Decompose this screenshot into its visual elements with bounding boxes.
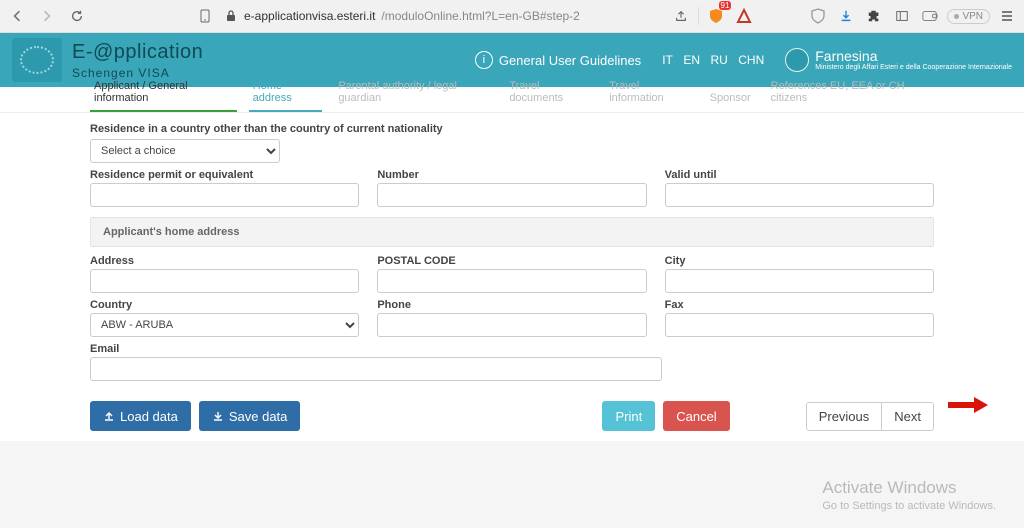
step-tabs: Applicant / General information Home add… [0,87,1024,113]
city-input[interactable] [665,269,934,293]
windows-activation-watermark: Activate Windows Go to Settings to activ… [822,478,996,512]
previous-button[interactable]: Previous [807,403,882,430]
download-small-icon [212,410,224,422]
shield-ext-icon[interactable]: 91 [705,5,727,27]
tab-travel-docs[interactable]: Travel documents [505,74,593,112]
tab-parental[interactable]: Parental authority / legal guardian [334,74,493,112]
number-input[interactable] [377,183,646,207]
postal-label: POSTAL CODE [377,255,646,267]
address-input[interactable] [90,269,359,293]
country-label: Country [90,299,359,311]
guidelines-link[interactable]: i General User Guidelines [475,51,641,69]
email-input[interactable] [90,357,662,381]
save-data-button[interactable]: Save data [199,401,301,431]
residence-other-label: Residence in a country other than the co… [90,123,934,135]
load-data-button[interactable]: Load data [90,401,191,431]
brave-ext-icon[interactable] [733,5,755,27]
farnesina-emblem-icon [785,48,809,72]
privacy-icon[interactable] [807,5,829,27]
address-bar[interactable]: e-applicationvisa.esteri.it/moduloOnline… [224,9,662,23]
reload-icon[interactable] [66,5,88,27]
lock-icon [224,9,238,23]
permit-label: Residence permit or equivalent [90,169,359,181]
annotation-arrow-icon [948,397,988,413]
guidelines-label: General User Guidelines [499,53,641,68]
tab-sponsor[interactable]: Sponsor [706,86,755,112]
vpn-label: VPN [962,11,983,22]
phone-input[interactable] [377,313,646,337]
tab-home-address[interactable]: Home address [249,74,323,112]
lang-ru[interactable]: RU [710,53,727,67]
tablet-icon[interactable] [194,5,216,27]
email-label: Email [90,343,662,355]
valid-until-input[interactable] [665,183,934,207]
hamburger-icon[interactable] [996,5,1018,27]
nav-forward-icon[interactable] [36,5,58,27]
eu-emblem-icon [12,38,62,82]
watermark-title: Activate Windows [822,478,996,498]
download-icon[interactable] [835,5,857,27]
vpn-dot-icon [954,14,959,19]
print-button[interactable]: Print [602,401,655,431]
fax-input[interactable] [665,313,934,337]
brand-title: E-@pplication [72,41,203,64]
country-select[interactable]: ABW - ARUBA [90,313,359,337]
farnesina-logo: Farnesina Ministero degli Affari Esteri … [785,48,1012,72]
next-button[interactable]: Next [881,403,933,430]
main-content: Applicant / General information Home add… [0,87,1024,441]
share-icon[interactable] [670,5,692,27]
sidebar-icon[interactable] [891,5,913,27]
valid-until-label: Valid until [665,169,934,181]
tab-travel-info[interactable]: Travel information [605,74,693,112]
farnesina-sub: Ministero degli Affari Esteri e della Co… [815,64,1012,72]
url-path: /moduloOnline.html?L=en-GB#step-2 [381,9,579,23]
pager: Previous Next [806,402,934,431]
extensions-icon[interactable] [863,5,885,27]
number-label: Number [377,169,646,181]
lang-it[interactable]: IT [662,53,673,67]
ext-badge: 91 [719,1,732,10]
permit-input[interactable] [90,183,359,207]
browser-toolbar: e-applicationvisa.esteri.it/moduloOnline… [0,0,1024,33]
phone-label: Phone [377,299,646,311]
info-icon: i [475,51,493,69]
vpn-indicator[interactable]: VPN [947,9,990,24]
farnesina-label: Farnesina [815,48,1012,64]
address-label: Address [90,255,359,267]
tab-general-info[interactable]: Applicant / General information [90,74,237,112]
upload-icon [103,410,115,422]
url-host: e-applicationvisa.esteri.it [244,9,375,23]
home-address-panel-title: Applicant's home address [90,217,934,247]
lang-en[interactable]: EN [683,53,700,67]
city-label: City [665,255,934,267]
fax-label: Fax [665,299,934,311]
residence-other-select[interactable]: Select a choice [90,139,280,163]
postal-input[interactable] [377,269,646,293]
watermark-sub: Go to Settings to activate Windows. [822,500,996,512]
action-buttons: Load data Save data Print Cancel Previou… [0,387,1024,431]
lang-chn[interactable]: CHN [738,53,764,67]
nav-back-icon[interactable] [6,5,28,27]
cancel-button[interactable]: Cancel [663,401,729,431]
tab-references[interactable]: References EU, EEA or CH citizens [767,74,934,112]
wallet-icon[interactable] [919,5,941,27]
language-switcher: IT EN RU CHN [659,51,767,69]
